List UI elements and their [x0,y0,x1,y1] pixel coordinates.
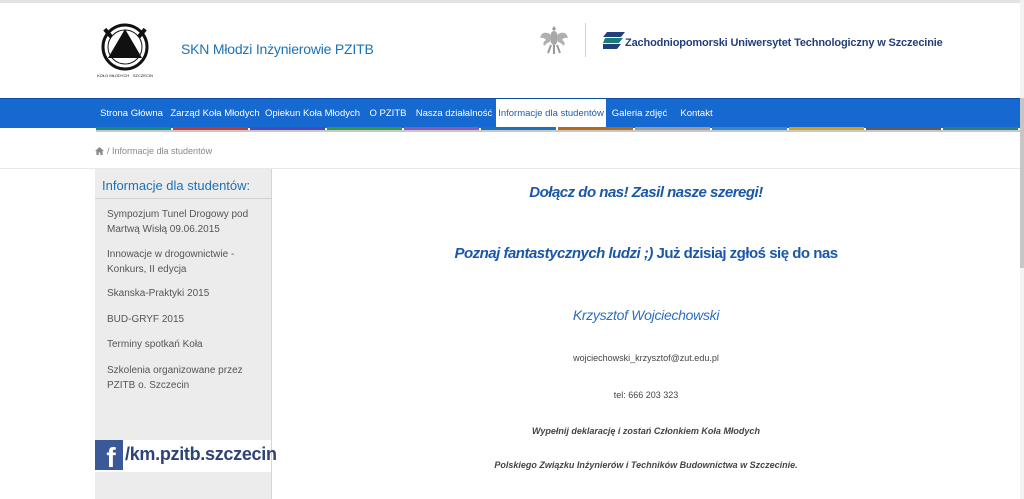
facebook-letter: f [106,442,116,470]
contact-email[interactable]: wojciechowski_krzysztof@zut.edu.pl [272,353,1020,363]
nav-kontakt[interactable]: Kontakt [673,99,720,128]
sidebar-divider [95,198,271,199]
breadcrumb-current: Informacje dla studentów [112,146,213,156]
sidebar-item-szkolenia[interactable]: Szkolenia organizowane przez PZITB o. Sz… [107,363,267,393]
facebook-icon: f [95,440,123,473]
breadcrumb: / Informacje dla studentów [95,146,212,156]
sidebar-item-innowacje[interactable]: Innowacje w drogownictwie - Konkurs, II … [107,247,267,277]
sidebar-item-skanska[interactable]: Skanska-Praktyki 2015 [107,286,267,301]
facebook-handle: /km.pzitb.szczecin [125,444,277,464]
stripe-underline [96,130,1020,132]
site-header: KOŁO MŁODYCH · SZCZECIN SKN Młodzi Inżyn… [0,3,1024,98]
facebook-banner[interactable]: f /km.pzitb.szczecin [95,440,277,473]
pzitb-logo[interactable]: KOŁO MŁODYCH · SZCZECIN [96,20,154,82]
home-icon[interactable] [95,147,104,155]
header-divider [585,23,586,57]
polish-eagle-icon [540,26,568,54]
join-heading: Dołącz do nas! Zasil nasze szeregi! [529,184,763,201]
zut-logo-icon[interactable] [603,32,625,49]
nav-o-pzitb[interactable]: O PZITB [363,99,413,128]
site-name[interactable]: SKN Młodzi Inżynierowie PZITB [181,41,374,57]
nav-nasza-dzialalnosc[interactable]: Nasza działalność [413,99,495,128]
logo-caption: KOŁO MŁODYCH · SZCZECIN [97,73,153,78]
scrollbar-thumb[interactable] [1020,98,1024,268]
contact-name: Krzysztof Wojciechowski [572,307,720,323]
nav-opiekun[interactable]: Opiekun Koła Młodych [262,99,363,128]
association-note: Polskiego Związku Inżynierów i Techników… [494,460,798,470]
contact-phone: tel: 666 203 323 [613,390,679,400]
nav-zarzad[interactable]: Zarząd Koła Młodych [168,99,262,128]
declaration-note: Wypełnij deklarację i zostań Członkiem K… [532,426,760,436]
university-name[interactable]: Zachodniopomorski Uniwersytet Technologi… [625,37,943,49]
meet-people-heading: Poznaj fantastycznych ludzi ;) Już dzisi… [272,245,1020,262]
meet-people-rest: Już dzisiaj zgłoś się do nas [652,245,838,262]
main-nav: Strona Główna Zarząd Koła Młodych Opieku… [0,98,1020,128]
nav-galeria[interactable]: Galeria zdjęć [606,99,673,128]
nav-informacje-active[interactable]: Informacje dla studentów [496,99,606,128]
sidebar-item-sympozjum[interactable]: Sympozjum Tunel Drogowy pod Martwą Wisłą… [107,207,267,237]
meet-people-italic: Poznaj fantastycznych ludzi ;) [454,245,653,262]
sidebar-item-bud-gryf[interactable]: BUD-GRYF 2015 [107,312,267,327]
sidebar-item-terminy[interactable]: Terminy spotkań Koła [107,337,267,352]
main-content: Dołącz do nas! Zasil nasze szeregi! Pozn… [272,169,1020,499]
nav-strona-glowna[interactable]: Strona Główna [95,99,168,128]
sidebar-title: Informacje dla studentów: [102,178,251,193]
sidebar: Informacje dla studentów: Sympozjum Tune… [95,169,277,499]
